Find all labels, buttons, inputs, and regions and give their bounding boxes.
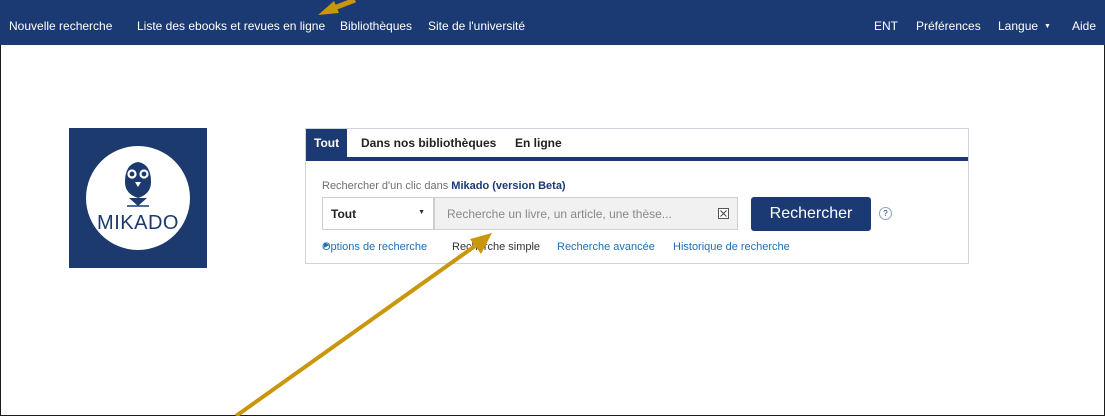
search-intro: Rechercher d'un clic dans Mikado (versio… [322, 180, 566, 192]
search-button[interactable]: Rechercher [751, 197, 871, 231]
search-panel: Tout Dans nos bibliothèques En ligne Rec… [305, 128, 969, 264]
nav-nouvelle-recherche[interactable]: Nouvelle recherche [9, 0, 112, 45]
nav-preferences[interactable]: Préférences [916, 0, 981, 45]
search-history-link[interactable]: Historique de recherche [673, 241, 790, 253]
logo-wordmark: MIKADO [97, 212, 179, 234]
help-icon[interactable]: ? [879, 207, 892, 220]
search-tabs: Tout Dans nos bibliothèques En ligne [306, 129, 968, 161]
nav-site-universite[interactable]: Site de l'université [428, 0, 525, 45]
nav-ent[interactable]: ENT [874, 0, 898, 45]
triangle-right-icon: ▶ [324, 242, 330, 249]
simple-search-link[interactable]: Recherche simple [452, 241, 540, 253]
advanced-search-link[interactable]: Recherche avancée [557, 241, 655, 253]
search-input-placeholder: Recherche un livre, un article, une thès… [447, 207, 672, 221]
scope-select-value: Tout [331, 207, 357, 221]
owl-logo-icon: MIKADO [86, 146, 190, 250]
clear-search-icon[interactable] [718, 208, 729, 219]
tab-en-ligne[interactable]: En ligne [515, 129, 562, 157]
search-options-label: Options de recherche [322, 241, 428, 253]
nav-langue-label: Langue [998, 19, 1039, 33]
nav-langue-dropdown[interactable]: Langue ▼ [998, 0, 1051, 45]
mikado-logo[interactable]: MIKADO [69, 128, 207, 268]
nav-bibliotheques[interactable]: Bibliothèques [340, 0, 412, 45]
chevron-down-icon: ▼ [418, 209, 425, 216]
search-intro-brand: Mikado (version Beta) [451, 180, 566, 192]
tab-tout[interactable]: Tout [306, 129, 348, 157]
search-input[interactable]: Recherche un livre, un article, une thès… [434, 197, 738, 230]
scope-select[interactable]: Tout ▼ [322, 197, 434, 230]
top-navigation-bar: Nouvelle recherche Liste des ebooks et r… [0, 0, 1105, 45]
chevron-down-icon: ▼ [1044, 23, 1051, 30]
nav-aide[interactable]: Aide [1072, 0, 1096, 45]
search-intro-text: Rechercher d'un clic dans [322, 180, 449, 192]
nav-liste-ebooks-revues[interactable]: Liste des ebooks et revues en ligne [137, 0, 325, 45]
tab-dans-nos-bibliotheques[interactable]: Dans nos bibliothèques [361, 129, 496, 157]
